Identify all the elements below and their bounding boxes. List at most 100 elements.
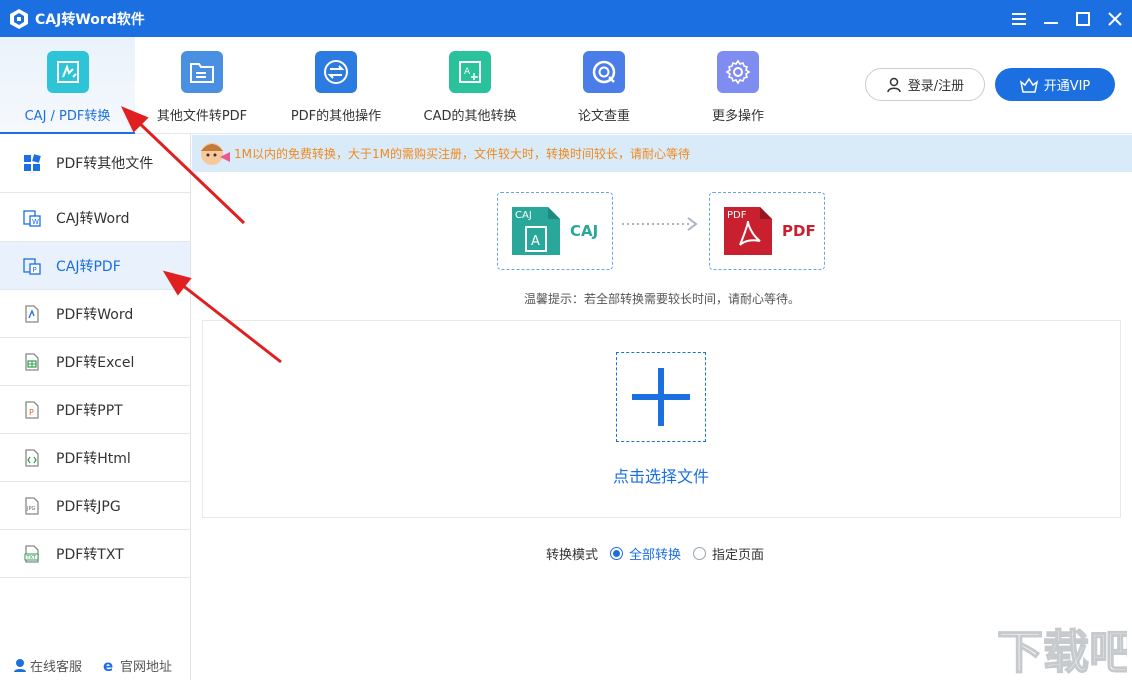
mode-option-label: 全部转换 [629,548,682,563]
svg-text:下载吧: 下载吧 [997,625,1127,676]
open-vip-button[interactable]: 开通VIP [995,68,1115,101]
svg-text:JPG: JPG [26,506,35,512]
mode-option-label: 指定页面 [712,548,765,563]
login-register-button[interactable]: 登录/注册 [865,68,985,101]
sidebar-item-label: CAJ转PDF [56,258,121,275]
radio-all[interactable] [610,547,624,560]
maximize-icon[interactable] [1074,10,1092,28]
sidebar-item-pdf-to-excel[interactable]: PDF转Excel [0,338,190,386]
official-site-link[interactable]: e 官网地址 [102,656,172,675]
tab-label: 其他文件转PDF [156,109,248,124]
minimize-icon[interactable] [1042,10,1060,28]
tab-pdf-other-ops[interactable]: PDF的其他操作 [269,37,403,134]
vip-label: 开通VIP [1043,79,1091,94]
warm-tip-text: 温馨提示：若全部转换需要较长时间，请耐心等待。 [523,292,800,306]
tab-caj-pdf-convert[interactable]: CAJ / PDF转换 [0,37,135,134]
html-icon [22,448,42,468]
app-logo-icon [10,8,28,29]
ppt-icon: P [22,400,42,420]
sidebar-item-label: PDF转TXT [56,546,124,563]
cad-drawing-icon: A [449,51,491,93]
tab-paper-check[interactable]: 论文查重 [537,37,671,134]
add-file-button[interactable] [616,352,706,442]
source-format-box: A CAJ CAJ [497,192,613,270]
txt-icon: TXT [22,544,42,564]
tab-cad-other-convert[interactable]: A CAD的其他转换 [403,37,537,134]
tab-other-to-pdf[interactable]: 其他文件转PDF [135,37,269,134]
sidebar-footer: 在线客服 e 官网地址 [0,652,190,678]
caj-word-icon: W [22,208,42,228]
svg-text:P: P [29,408,34,417]
close-icon[interactable] [1106,10,1124,28]
mode-option-pages[interactable]: 指定页面 [693,544,764,563]
grid-icon [22,153,42,173]
online-service-link[interactable]: 在线客服 [12,656,82,675]
sidebar: PDF转其他文件 W CAJ转Word P CAJ转PDF PDF转Word P… [0,134,191,680]
convert-mode-label: 转换模式 [546,548,599,563]
excel-icon [22,352,42,372]
sidebar-item-label: PDF转JPG [56,498,121,515]
svg-text:P: P [33,266,37,274]
svg-text:PDF: PDF [727,210,747,221]
swap-arrows-icon [315,51,357,93]
gear-icon [717,51,759,93]
svg-text:CAJ: CAJ [515,210,532,221]
sidebar-item-pdf-to-word[interactable]: PDF转Word [0,290,190,338]
target-format-box: PDF PDF [709,192,825,270]
caj-file-icon: A CAJ [512,207,560,255]
sidebar-item-caj-to-word[interactable]: W CAJ转Word [0,194,190,242]
svg-text:W: W [32,218,39,226]
plus-icon [632,368,690,426]
sidebar-item-pdf-to-jpg[interactable]: JPG PDF转JPG [0,482,190,530]
tab-label: CAD的其他转换 [423,109,517,124]
online-service-label: 在线客服 [30,659,83,675]
convert-mode-row: 转换模式 全部转换 指定页面 [546,544,764,563]
mode-option-all[interactable]: 全部转换 [610,544,681,563]
tab-label: PDF的其他操作 [290,109,382,124]
svg-text:A: A [464,67,471,77]
tab-label: 论文查重 [577,109,630,124]
notice-text: 1M以内的免费转换，大于1M的需购买注册，文件较大时，转换时间较长，请耐心等待 [234,147,690,161]
login-label: 登录/注册 [907,79,965,94]
official-site-label: 官网地址 [120,659,173,675]
watermark-logo: 下载吧 [996,624,1127,676]
app-title: CAJ转Word软件 [35,11,145,28]
sidebar-item-label: PDF转PPT [56,402,123,419]
sidebar-item-pdf-to-ppt[interactable]: P PDF转PPT [0,386,190,434]
notice-bar: 1M以内的免费转换，大于1M的需购买注册，文件较大时，转换时间较长，请耐心等待 [192,135,1132,172]
pdf-convert-icon [46,51,89,93]
target-format-label: PDF [782,222,816,240]
customer-service-icon [14,659,26,672]
folder-icon [181,51,223,93]
svg-text:A: A [531,234,540,249]
radio-pages[interactable] [693,547,707,560]
sidebar-item-pdf-to-html[interactable]: PDF转Html [0,434,190,482]
tab-label: 更多操作 [711,109,764,124]
sidebar-item-label: PDF转其他文件 [56,156,154,172]
user-icon [887,77,901,92]
tab-label: CAJ / PDF转换 [24,109,111,124]
pdf-word-icon [22,304,42,324]
sidebar-item-label: PDF转Excel [56,354,135,371]
source-format-label: CAJ [570,222,599,240]
sidebar-item-pdf-to-other[interactable]: PDF转其他文件 [0,134,190,193]
title-bar: CAJ转Word软件 [0,0,1132,37]
cartoon-megaphone-icon [201,142,230,165]
sidebar-item-pdf-to-txt[interactable]: TXT PDF转TXT [0,530,190,578]
convert-arrow-icon [622,217,698,231]
menu-icon[interactable] [1010,10,1028,28]
select-file-label[interactable]: 点击选择文件 [561,463,761,487]
tab-more-ops[interactable]: 更多操作 [671,37,805,134]
svg-text:TXT: TXT [26,555,37,561]
sidebar-item-caj-to-pdf[interactable]: P CAJ转PDF [0,242,190,290]
sidebar-item-label: CAJ转Word [56,210,130,227]
pdf-file-icon: PDF [724,207,772,255]
sidebar-item-label: PDF转Word [56,306,134,323]
svg-text:e: e [103,657,113,673]
search-at-icon [583,51,625,93]
caj-pdf-icon: P [22,256,42,276]
crown-basket-icon [1019,77,1038,93]
ie-browser-icon: e [103,657,113,673]
jpg-icon: JPG [22,496,42,516]
sidebar-item-label: PDF转Html [56,450,131,467]
